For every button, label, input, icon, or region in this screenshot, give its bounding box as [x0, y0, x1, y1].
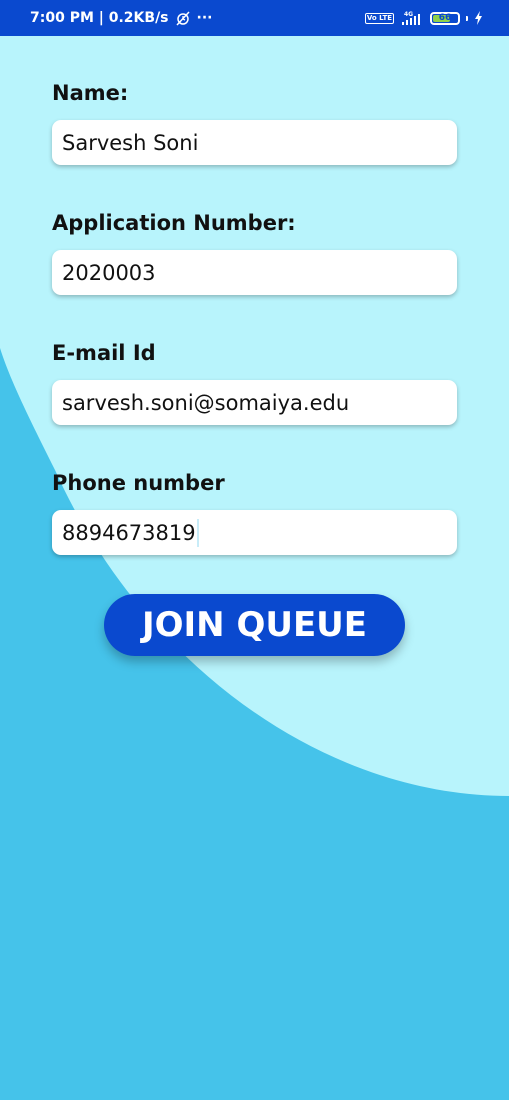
email-value: sarvesh.soni@somaiya.edu [62, 390, 350, 415]
alarm-off-icon [175, 10, 191, 26]
network-type: 4G [404, 11, 413, 18]
email-label: E-mail Id [52, 341, 156, 365]
application-number-value: 2020003 [62, 260, 156, 285]
battery-level: 66 [438, 13, 452, 23]
status-bar: 7:00 PM | 0.2KB/s ··· Vo LTE 4G 66 [0, 0, 509, 36]
application-number-label: Application Number: [52, 211, 296, 235]
queue-form: Name: Sarvesh Soni Application Number: 2… [52, 78, 457, 598]
phone-label: Phone number [52, 471, 225, 495]
status-time-speed: 7:00 PM | 0.2KB/s [30, 10, 169, 26]
app-screen: 7:00 PM | 0.2KB/s ··· Vo LTE 4G 66 Name:… [0, 0, 509, 1100]
phone-value: 8894673819 [62, 520, 196, 545]
application-number-field[interactable]: 2020003 [52, 250, 457, 295]
email-field[interactable]: sarvesh.soni@somaiya.edu [52, 380, 457, 425]
join-queue-button[interactable]: JOIN QUEUE [104, 594, 405, 656]
battery-icon: 66 [430, 11, 460, 25]
charging-icon [474, 11, 483, 25]
name-field[interactable]: Sarvesh Soni [52, 120, 457, 165]
volte-icon: Vo LTE [364, 12, 394, 24]
text-cursor [196, 518, 199, 547]
battery-tip [466, 15, 468, 21]
overflow-dots: ··· [196, 10, 213, 26]
phone-field[interactable]: 8894673819 [52, 510, 457, 555]
signal-icon: 4G [400, 10, 424, 26]
name-label: Name: [52, 81, 129, 105]
name-value: Sarvesh Soni [62, 130, 199, 155]
